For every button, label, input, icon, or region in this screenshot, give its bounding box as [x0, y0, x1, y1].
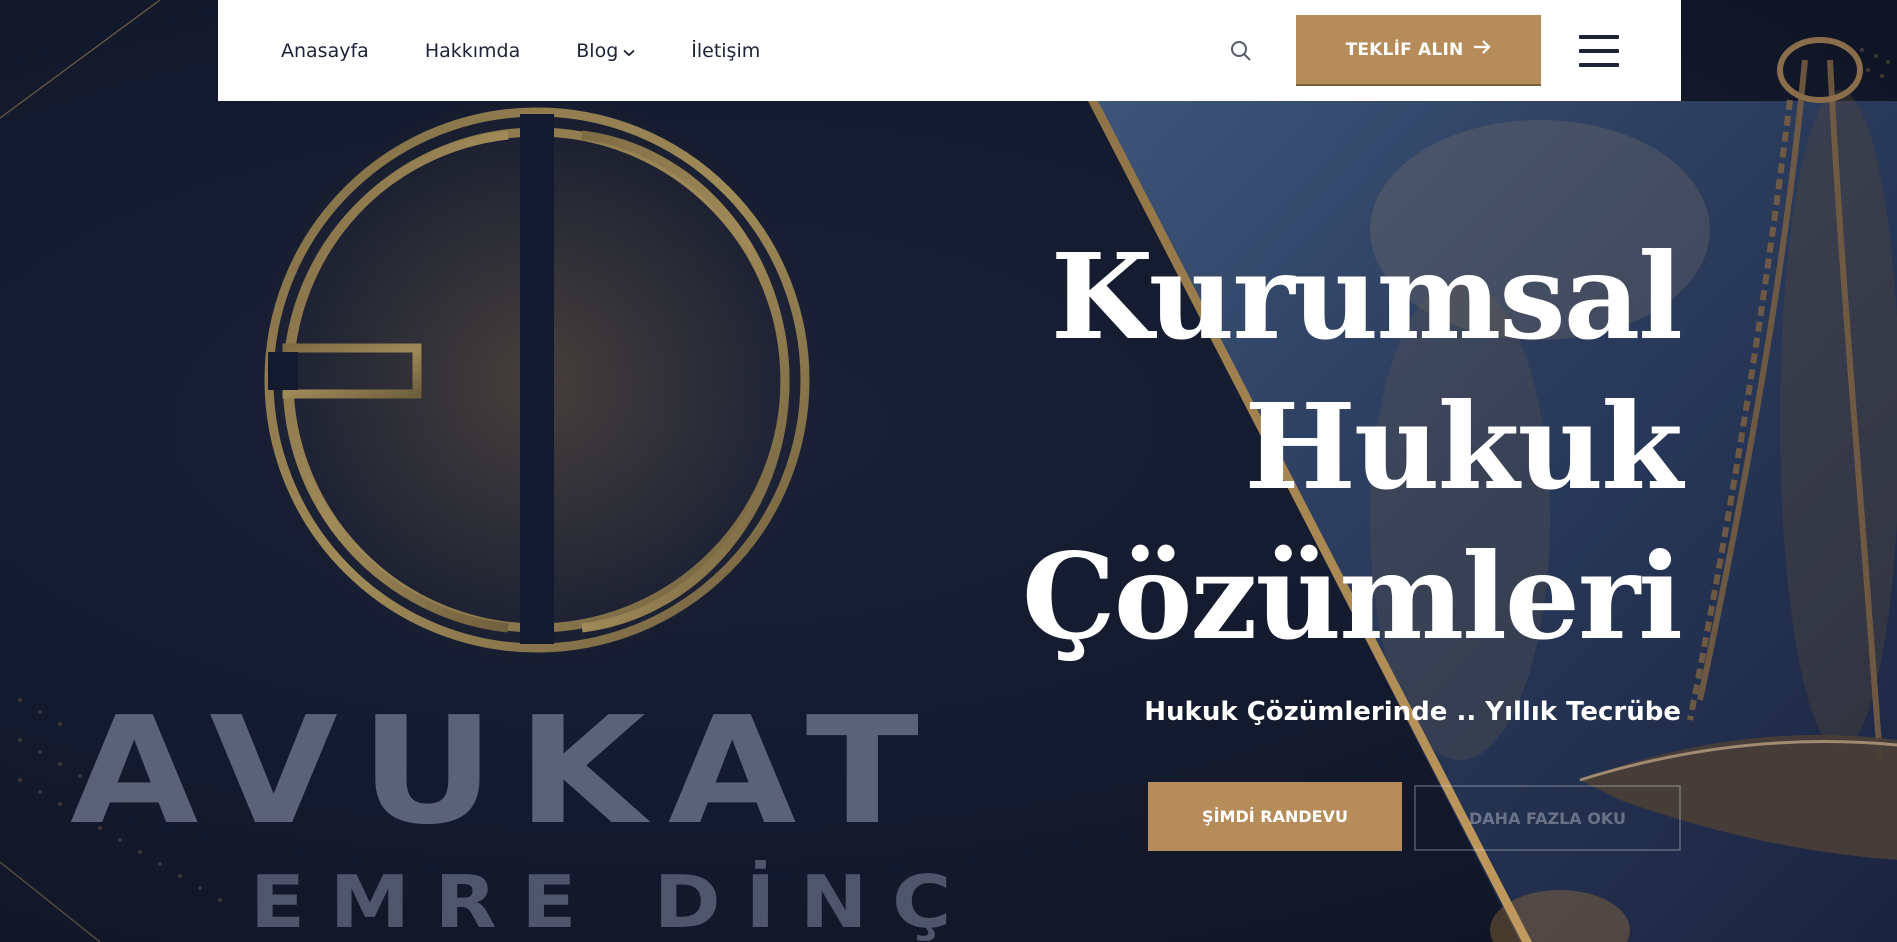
headline-line-1: Kurumsal: [1050, 227, 1683, 366]
hero-section: AVUKAT EMRE DİNÇ Kurumsal Hukuk Çözümler…: [0, 0, 1897, 942]
logo-title: AVUKAT: [70, 685, 942, 857]
arrow-right-icon: [1473, 39, 1491, 60]
search-icon[interactable]: [1226, 36, 1256, 66]
top-navbar: Anasayfa Hakkımda Blog İletişim TEKLİF A…: [218, 0, 1681, 101]
menu-bar: [1579, 34, 1619, 39]
menu-bar: [1579, 48, 1619, 53]
hero-headline: Kurumsal Hukuk Çözümleri: [1021, 222, 1683, 672]
logo-emblem: [252, 95, 822, 665]
read-more-button[interactable]: DAHA FAZLA OKU: [1414, 785, 1681, 851]
nav-item-label: Anasayfa: [281, 39, 369, 62]
appointment-button[interactable]: ŞİMDİ RANDEVU: [1148, 782, 1402, 851]
get-quote-button[interactable]: TEKLİF ALIN: [1296, 15, 1541, 86]
chevron-down-icon: [623, 40, 635, 62]
nav-links: Anasayfa Hakkımda Blog İletişim: [281, 40, 816, 62]
nav-item-label: İletişim: [691, 39, 761, 62]
logo-name: EMRE DİNÇ: [250, 860, 976, 942]
headline-line-2: Hukuk: [1244, 377, 1683, 516]
hero-subtitle: Hukuk Çözümlerinde .. Yıllık Tecrübe: [1144, 697, 1681, 727]
nav-item-home[interactable]: Anasayfa: [281, 40, 369, 62]
nav-actions: TEKLİF ALIN: [1226, 0, 1681, 101]
hamburger-menu-icon[interactable]: [1579, 34, 1619, 67]
nav-item-label: Blog: [576, 39, 619, 62]
headline-line-3: Çözümleri: [1021, 527, 1683, 666]
nav-item-blog[interactable]: Blog: [576, 40, 635, 62]
nav-item-contact[interactable]: İletişim: [691, 40, 760, 62]
nav-item-label: Hakkımda: [424, 39, 521, 62]
menu-bar: [1579, 62, 1619, 67]
get-quote-label: TEKLİF ALIN: [1345, 39, 1464, 60]
nav-item-about[interactable]: Hakkımda: [425, 40, 520, 62]
